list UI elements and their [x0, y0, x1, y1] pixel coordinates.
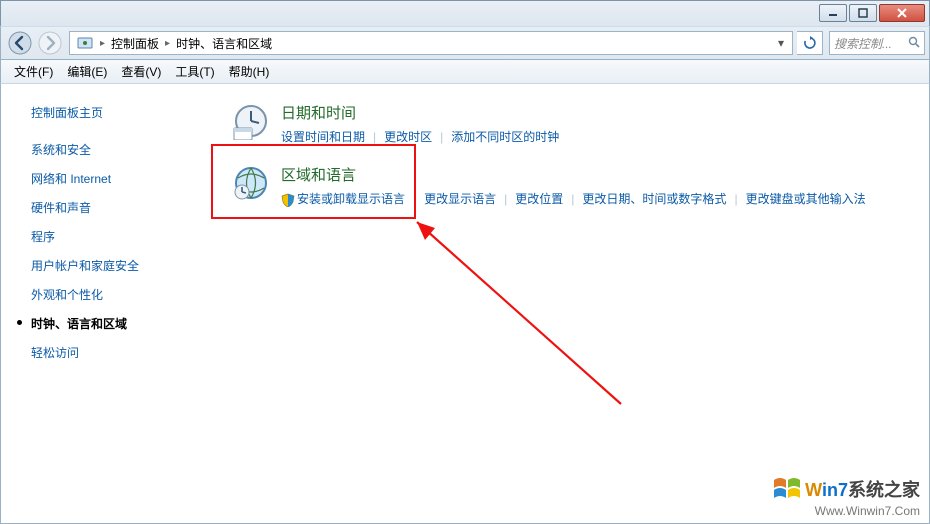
- menu-view[interactable]: 查看(V): [114, 60, 168, 83]
- window-titlebar: [0, 0, 930, 26]
- address-bar[interactable]: ▸ 控制面板 ▸ 时钟、语言和区域 ▾: [69, 31, 793, 55]
- sidebar-home[interactable]: 控制面板主页: [1, 98, 211, 127]
- breadcrumb-root[interactable]: 控制面板: [107, 32, 163, 54]
- control-panel-icon: [76, 34, 94, 52]
- category-block: 区域和语言安装或卸载显示语言|更改显示语言|更改位置|更改日期、时间或数字格式|…: [231, 164, 909, 208]
- search-placeholder: 搜索控制...: [834, 35, 892, 52]
- sidebar-item[interactable]: 轻松访问: [1, 338, 211, 367]
- task-link[interactable]: 添加不同时区的时钟: [451, 127, 559, 146]
- task-link[interactable]: 更改时区: [384, 127, 432, 146]
- maximize-button[interactable]: [849, 4, 877, 22]
- menu-bar: 文件(F) 编辑(E) 查看(V) 工具(T) 帮助(H): [0, 60, 930, 84]
- sidebar-item[interactable]: 网络和 Internet: [1, 164, 211, 193]
- task-link[interactable]: 更改键盘或其他输入法: [746, 189, 866, 208]
- chevron-right-icon[interactable]: ▸: [98, 38, 107, 49]
- category-links: 设置时间和日期|更改时区|添加不同时区的时钟: [281, 127, 559, 146]
- globe-icon: [231, 164, 271, 204]
- sidebar: 控制面板主页 系统和安全网络和 Internet硬件和声音程序用户帐户和家庭安全…: [1, 84, 211, 523]
- sidebar-item[interactable]: 外观和个性化: [1, 280, 211, 309]
- address-dropdown-icon[interactable]: ▾: [772, 36, 790, 50]
- link-divider: |: [365, 130, 384, 144]
- category-block: 日期和时间设置时间和日期|更改时区|添加不同时区的时钟: [231, 102, 909, 146]
- chevron-right-icon[interactable]: ▸: [163, 38, 172, 49]
- menu-edit[interactable]: 编辑(E): [60, 60, 114, 83]
- task-link[interactable]: 更改日期、时间或数字格式: [582, 189, 726, 208]
- category-title[interactable]: 日期和时间: [281, 102, 559, 123]
- task-link[interactable]: 设置时间和日期: [281, 127, 365, 146]
- breadcrumb-current[interactable]: 时钟、语言和区域: [172, 32, 276, 54]
- sidebar-item[interactable]: 时钟、语言和区域: [1, 309, 211, 338]
- sidebar-item[interactable]: 用户帐户和家庭安全: [1, 251, 211, 280]
- main-panel: 日期和时间设置时间和日期|更改时区|添加不同时区的时钟区域和语言安装或卸载显示语…: [211, 84, 929, 523]
- link-divider: |: [432, 130, 451, 144]
- task-link[interactable]: 更改显示语言: [424, 189, 496, 208]
- category-title[interactable]: 区域和语言: [281, 164, 866, 185]
- menu-help[interactable]: 帮助(H): [222, 60, 277, 83]
- task-link[interactable]: 更改位置: [515, 189, 563, 208]
- back-button[interactable]: [5, 30, 35, 56]
- link-divider: |: [726, 192, 745, 206]
- sidebar-item[interactable]: 程序: [1, 222, 211, 251]
- clock-icon: [231, 102, 271, 142]
- link-divider: |: [496, 192, 515, 206]
- content-area: 控制面板主页 系统和安全网络和 Internet硬件和声音程序用户帐户和家庭安全…: [0, 84, 930, 524]
- menu-tools[interactable]: 工具(T): [168, 60, 221, 83]
- close-button[interactable]: [879, 4, 925, 22]
- uac-shield-icon: [281, 193, 295, 207]
- forward-button[interactable]: [35, 30, 65, 56]
- menu-file[interactable]: 文件(F): [7, 60, 60, 83]
- task-link[interactable]: 安装或卸载显示语言: [281, 189, 405, 208]
- search-icon: [908, 36, 920, 51]
- category-links: 安装或卸载显示语言|更改显示语言|更改位置|更改日期、时间或数字格式|更改键盘或…: [281, 189, 866, 208]
- navigation-bar: ▸ 控制面板 ▸ 时钟、语言和区域 ▾ 搜索控制...: [0, 26, 930, 60]
- sidebar-item[interactable]: 系统和安全: [1, 135, 211, 164]
- link-divider: |: [563, 192, 582, 206]
- refresh-button[interactable]: [797, 31, 823, 55]
- sidebar-item[interactable]: 硬件和声音: [1, 193, 211, 222]
- minimize-button[interactable]: [819, 4, 847, 22]
- search-box[interactable]: 搜索控制...: [829, 31, 925, 55]
- link-divider: |: [405, 192, 424, 206]
